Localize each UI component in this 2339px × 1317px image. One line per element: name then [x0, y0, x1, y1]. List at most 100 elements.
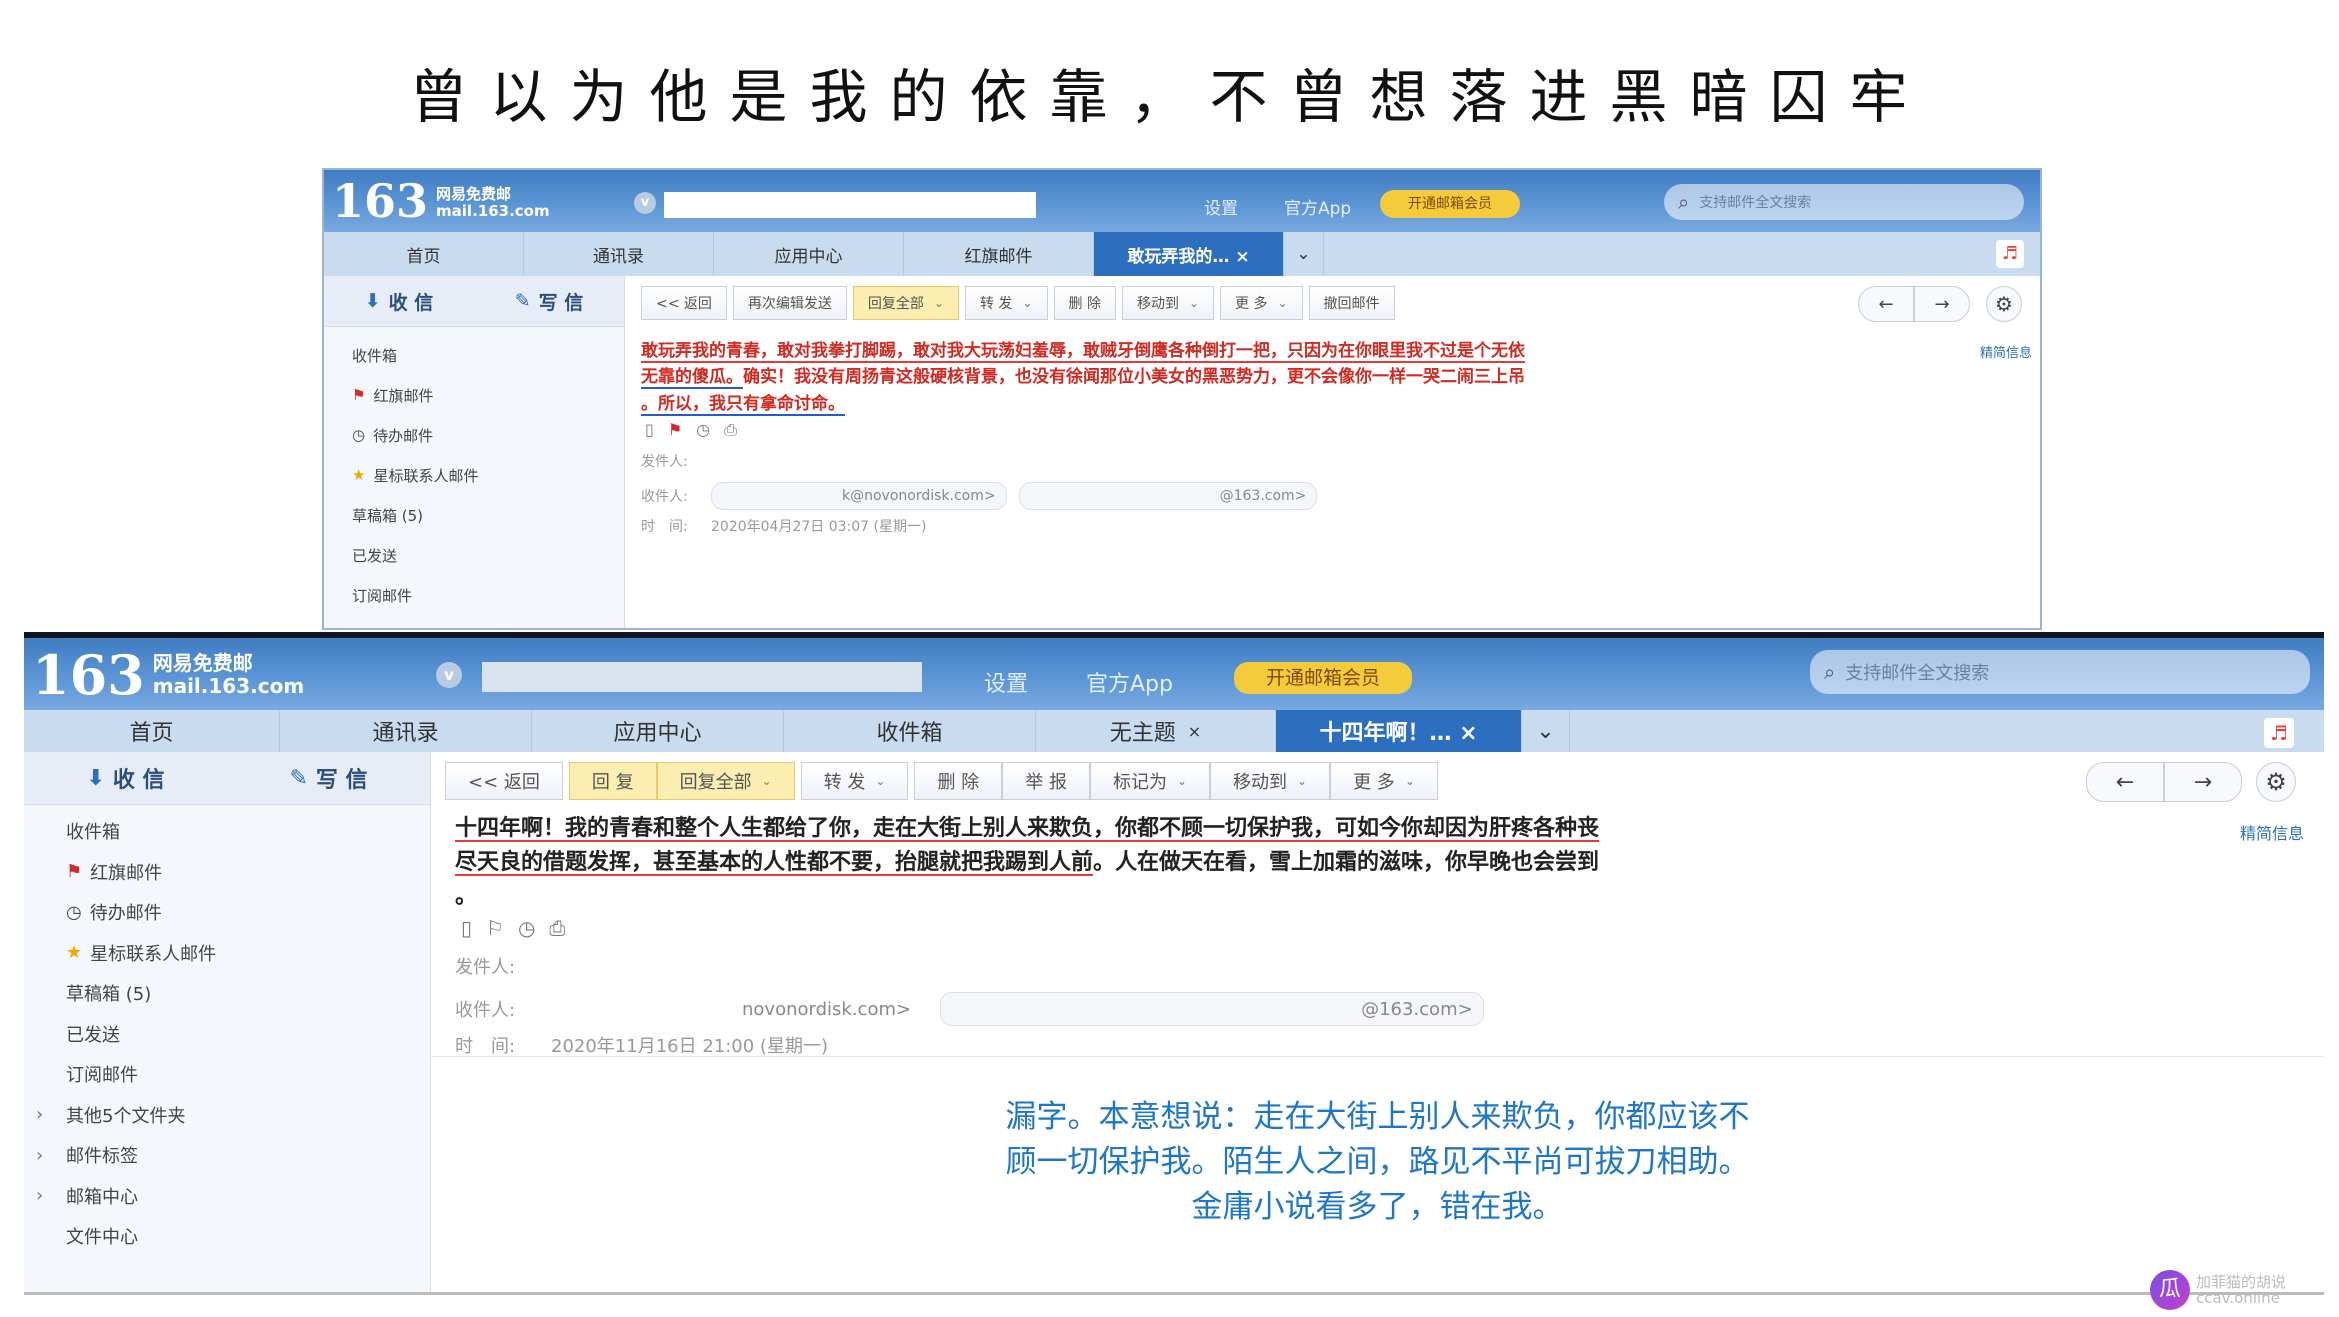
folder-file-center[interactable]: 文件中心 — [24, 1216, 430, 1257]
account-field[interactable] — [482, 662, 922, 692]
folder-inbox[interactable]: 收件箱 — [24, 811, 430, 852]
settings-link[interactable]: 设置 — [984, 666, 1028, 698]
print-icon[interactable]: ⎙ — [724, 420, 737, 440]
reply-all-button[interactable]: 回复全部 ⌄ — [656, 762, 795, 800]
search-input[interactable]: ⌕ 支持邮件全文搜索 — [1810, 650, 2310, 694]
music-icon[interactable]: ♬ — [1996, 240, 2024, 268]
folder-starred[interactable]: ★ 星标联系人邮件 — [324, 455, 624, 495]
recall-button[interactable]: 撤回邮件 — [1308, 286, 1395, 320]
folder-subscriptions[interactable]: 订阅邮件 — [324, 575, 624, 615]
back-button[interactable]: << 返回 — [445, 762, 563, 800]
tab-bar: 首页 通讯录 应用中心 红旗邮件 敢玩弄我的… × ⌄ — [324, 232, 2040, 276]
official-app-link[interactable]: 官方App — [1086, 666, 1173, 698]
detail-toggle-link[interactable]: 精简信息 — [1980, 342, 2032, 361]
tab-app-center[interactable]: 应用中心 — [532, 710, 784, 752]
arrow-left-icon[interactable]: ← — [2086, 762, 2164, 802]
star-icon: ★ — [66, 942, 83, 964]
vip-button[interactable]: 开通邮箱会员 — [1234, 662, 1412, 694]
folder-todo[interactable]: ◷ 待办邮件 — [324, 415, 624, 455]
annotation-line-3: 金庸小说看多了，错在我。 — [1191, 1188, 1564, 1225]
chevron-right-icon: › — [36, 1185, 44, 1207]
clock-icon[interactable]: ◷ — [518, 916, 535, 940]
tab-current-mail[interactable]: 十四年啊！… × — [1276, 710, 1522, 752]
music-icon[interactable]: ♬ — [2264, 718, 2294, 748]
search-input[interactable]: ⌕ 支持邮件全文搜索 — [1664, 184, 2024, 220]
folder-tags[interactable]: › 邮件标签 — [24, 1135, 430, 1176]
folder-todo[interactable]: ◷ 待办邮件 — [24, 892, 430, 933]
reply-button[interactable]: 回 复 — [568, 762, 657, 800]
vip-button[interactable]: 开通邮箱会员 — [1380, 190, 1520, 218]
write-button[interactable]: ✎ 写 信 — [227, 752, 430, 804]
tab-contacts[interactable]: 通讯录 — [524, 232, 714, 276]
account-dropdown-icon[interactable]: v — [436, 662, 462, 688]
official-app-link[interactable]: 官方App — [1284, 194, 1351, 219]
receive-button[interactable]: ⬇ 收 信 — [324, 276, 474, 326]
tab-app-center[interactable]: 应用中心 — [714, 232, 904, 276]
subject-line-3: 。所以，我只有拿命讨命。 — [641, 393, 845, 414]
receiver-chip-1[interactable]: novonordisk.com> — [551, 992, 923, 1026]
receive-button[interactable]: ⬇ 收 信 — [24, 752, 227, 804]
folder-other[interactable]: › 其他5个文件夹 — [24, 1095, 430, 1136]
account-field[interactable] — [664, 192, 1036, 218]
close-icon[interactable]: × — [1188, 722, 1201, 741]
folder-starred[interactable]: ★ 星标联系人邮件 — [24, 933, 430, 974]
tab-inbox[interactable]: 收件箱 — [784, 710, 1036, 752]
forward-button[interactable]: 转 发 ⌄ — [964, 286, 1048, 320]
flag-icon[interactable]: ⚑ — [668, 420, 682, 440]
re-edit-button[interactable]: 再次编辑发送 — [732, 286, 847, 320]
print-icon[interactable]: ⎙ — [549, 916, 565, 940]
bookmark-icon[interactable]: ▯ — [645, 420, 654, 440]
more-button[interactable]: 更 多 ⌄ — [1330, 762, 1438, 800]
tab-overflow-icon[interactable]: ⌄ — [1284, 232, 1324, 276]
arrow-right-icon[interactable]: → — [2164, 762, 2242, 802]
tab-home[interactable]: 首页 — [324, 232, 524, 276]
folder-mail-center[interactable]: › 邮箱中心 — [24, 1176, 430, 1217]
forward-button[interactable]: 转 发 ⌄ — [800, 762, 909, 800]
receiver-chip-2[interactable]: @163.com> — [1018, 482, 1318, 510]
more-button[interactable]: 更 多 ⌄ — [1220, 286, 1303, 320]
move-to-button[interactable]: 移动到 ⌄ — [1121, 286, 1215, 320]
chevron-down-icon: ⌄ — [1022, 296, 1033, 310]
gear-icon[interactable]: ⚙ — [1986, 286, 2022, 322]
logo-number: 163 — [332, 174, 429, 228]
folder-inbox[interactable]: 收件箱 — [324, 335, 624, 375]
tab-contacts[interactable]: 通讯录 — [280, 710, 532, 752]
settings-link[interactable]: 设置 — [1204, 194, 1238, 219]
account-dropdown-icon[interactable]: v — [634, 192, 656, 214]
tab-red-flag[interactable]: 红旗邮件 — [904, 232, 1094, 276]
tab-home[interactable]: 首页 — [24, 710, 280, 752]
folder-drafts[interactable]: 草稿箱 (5) — [24, 973, 430, 1014]
delete-button[interactable]: 删 除 — [914, 762, 1003, 800]
folder-red-flag[interactable]: ⚑ 红旗邮件 — [324, 375, 624, 415]
folder-red-flag[interactable]: ⚑ 红旗邮件 — [24, 852, 430, 893]
receiver-chip-1[interactable]: k@novonordisk.com> — [711, 482, 1007, 510]
tab-current-mail[interactable]: 敢玩弄我的… × — [1094, 232, 1284, 276]
report-button[interactable]: 举 报 — [1002, 762, 1090, 800]
annotation-line-2: 顾一切保护我。陌生人之间，路见不平尚可拔刀相助。 — [1005, 1143, 1750, 1180]
gear-icon[interactable]: ⚙ — [2256, 762, 2296, 802]
tab-overflow-icon[interactable]: ⌄ — [1522, 710, 1570, 752]
mark-as-button[interactable]: 标记为 ⌄ — [1089, 762, 1211, 800]
folder-sent[interactable]: 已发送 — [324, 535, 624, 575]
folder-subscriptions[interactable]: 订阅邮件 — [24, 1054, 430, 1095]
flag-icon[interactable]: ⚐ — [486, 916, 504, 940]
bookmark-icon[interactable]: ▯ — [461, 916, 472, 940]
arrow-right-icon[interactable]: → — [1914, 286, 1970, 322]
detail-toggle-link[interactable]: 精简信息 — [2240, 820, 2304, 844]
move-to-button[interactable]: 移动到 ⌄ — [1210, 762, 1331, 800]
mail-action-icons: ▯ ⚑ ◷ ⎙ — [645, 420, 751, 440]
write-button[interactable]: ✎ 写 信 — [474, 276, 624, 326]
back-button[interactable]: << 返回 — [641, 286, 727, 320]
folder-drafts[interactable]: 草稿箱 (5) — [324, 495, 624, 535]
arrow-left-icon[interactable]: ← — [1858, 286, 1914, 322]
logo[interactable]: 163 网易免费邮 mail.163.com — [332, 178, 550, 224]
receiver-chip-2[interactable]: @163.com> — [940, 992, 1484, 1026]
folder-list: 收件箱 ⚑ 红旗邮件 ◷ 待办邮件 ★ 星标联系人邮件 草稿箱 (5) 已发送 订阅邮… — [324, 327, 624, 615]
reply-all-button[interactable]: 回复全部 ⌄ — [852, 286, 959, 320]
folder-sent[interactable]: 已发送 — [24, 1014, 430, 1055]
clock-icon[interactable]: ◷ — [696, 420, 710, 440]
mail-toolbar: << 返回 回 复 回复全部 ⌄ 转 发 ⌄ 删 除 举 报 标记为 ⌄ 移动到 ⌄ 更… — [431, 762, 2324, 800]
delete-button[interactable]: 删 除 — [1053, 286, 1116, 320]
tab-no-subject[interactable]: 无主题 × — [1036, 710, 1276, 752]
logo[interactable]: 163 网易免费邮 mail.163.com — [32, 648, 304, 702]
